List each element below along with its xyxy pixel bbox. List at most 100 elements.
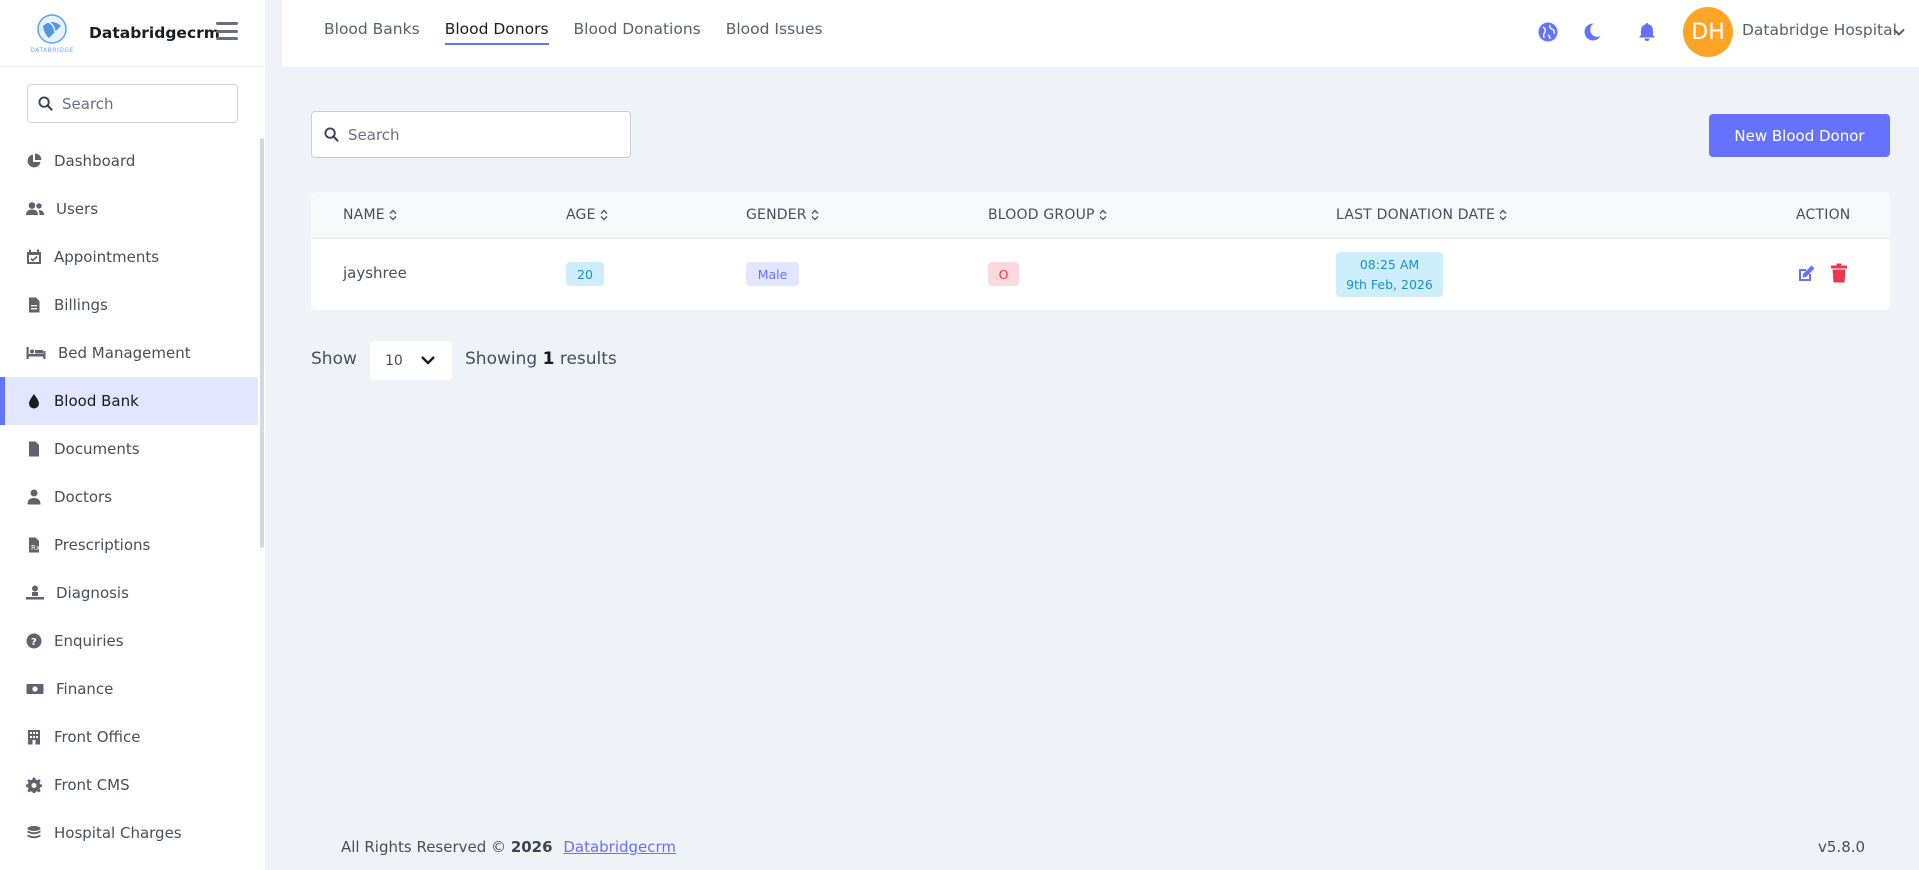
- sort-icon: [1499, 209, 1507, 221]
- copyright-text: All Rights Reserved ©: [341, 838, 507, 856]
- blood-group-badge: O: [988, 262, 1019, 286]
- globe-icon[interactable]: [1538, 22, 1560, 44]
- bed-icon: [26, 347, 46, 359]
- sidebar-item-front-cms[interactable]: Front CMS: [0, 761, 258, 809]
- sort-icon: [1099, 209, 1107, 221]
- show-label: Show: [311, 349, 357, 369]
- trash-icon[interactable]: [1829, 263, 1849, 283]
- search-icon: [38, 96, 53, 111]
- per-page-value: 10: [385, 352, 403, 369]
- donor-table: NAME AGE GENDER BLOOD GROUP LAST DONATIO…: [311, 192, 1890, 310]
- last-donation-time: 08:25 AM: [1359, 256, 1420, 272]
- tab-bar: Blood Banks Blood Donors Blood Donations…: [324, 20, 848, 45]
- calendar-check-icon: [27, 249, 41, 264]
- column-header-last-donation-date[interactable]: LAST DONATION DATE: [1336, 207, 1507, 223]
- moon-icon[interactable]: [1582, 22, 1604, 44]
- showing-suffix: results: [559, 349, 617, 369]
- sidebar-item-label: Users: [56, 200, 99, 218]
- column-header-gender[interactable]: GENDER: [746, 207, 819, 223]
- sidebar-item-label: Front CMS: [54, 776, 130, 794]
- sidebar-item-label: Billings: [54, 296, 108, 314]
- chevron-down-icon: [421, 356, 435, 365]
- donor-name: jayshree: [343, 264, 407, 282]
- brand-logo[interactable]: DATABRIDGE: [28, 11, 76, 55]
- donor-search[interactable]: [311, 111, 631, 158]
- sidebar-item-label: Enquiries: [54, 632, 124, 650]
- sort-icon: [389, 209, 397, 221]
- building-icon: [28, 730, 40, 745]
- sidebar-item-bed-management[interactable]: Bed Management: [0, 329, 258, 377]
- diagnosis-icon: [26, 585, 44, 600]
- sidebar-item-enquiries[interactable]: ? Enquiries: [0, 617, 258, 665]
- question-circle-icon: ?: [26, 633, 42, 649]
- tab-blood-banks[interactable]: Blood Banks: [324, 20, 420, 45]
- per-page-select[interactable]: 10: [370, 341, 452, 380]
- sidebar-item-finance[interactable]: Finance: [0, 665, 258, 713]
- sidebar-item-doctors[interactable]: Doctors: [0, 473, 258, 521]
- chevron-down-icon[interactable]: [1892, 24, 1906, 38]
- showing-prefix: Showing: [465, 349, 538, 369]
- sidebar-item-label: Prescriptions: [54, 536, 151, 554]
- version-label: v5.8.0: [1818, 838, 1866, 856]
- search-icon: [324, 127, 339, 142]
- sidebar-item-users[interactable]: Users: [0, 185, 258, 233]
- logo-text: DATABRIDGE: [30, 47, 74, 54]
- sidebar-item-hospital-charges[interactable]: Hospital Charges: [0, 809, 258, 857]
- tab-blood-donations[interactable]: Blood Donations: [574, 20, 701, 45]
- svg-text:?: ?: [31, 637, 37, 648]
- column-label: BLOOD GROUP: [988, 207, 1095, 223]
- avatar[interactable]: DH: [1683, 7, 1733, 57]
- sidebar-item-label: Documents: [54, 440, 140, 458]
- column-label: GENDER: [746, 207, 807, 223]
- user-name[interactable]: Databridge Hospital: [1742, 21, 1897, 39]
- sidebar-item-label: Doctors: [54, 488, 113, 506]
- sidebar-item-label: Dashboard: [54, 152, 136, 170]
- sidebar-item-label: Blood Bank: [54, 392, 139, 410]
- coins-icon: [27, 826, 41, 839]
- sidebar-search[interactable]: [27, 84, 238, 123]
- sidebar: DATABRIDGE Databridgecrm Dashboard Users…: [0, 0, 265, 870]
- sidebar-item-dashboard[interactable]: Dashboard: [0, 137, 258, 185]
- svg-text:Rx: Rx: [31, 544, 40, 552]
- file-invoice-icon: [29, 297, 40, 313]
- sidebar-item-label: Front Office: [54, 728, 141, 746]
- hamburger-menu-icon[interactable]: [216, 22, 238, 40]
- column-header-name[interactable]: NAME: [343, 207, 397, 223]
- column-header-age[interactable]: AGE: [566, 207, 608, 223]
- showing-count: 1: [542, 349, 555, 369]
- tab-blood-issues[interactable]: Blood Issues: [726, 20, 823, 45]
- sidebar-item-diagnosis[interactable]: Diagnosis: [0, 569, 258, 617]
- file-icon: [29, 441, 39, 457]
- sidebar-scrollbar[interactable]: [260, 138, 264, 548]
- bell-icon[interactable]: [1637, 22, 1659, 44]
- column-label: NAME: [343, 207, 385, 223]
- new-blood-donor-button[interactable]: New Blood Donor: [1709, 114, 1890, 157]
- droplet-icon: [29, 394, 39, 409]
- sidebar-item-billings[interactable]: Billings: [0, 281, 258, 329]
- age-badge: 20: [566, 262, 604, 286]
- sort-icon: [811, 209, 819, 221]
- edit-icon[interactable]: [1796, 264, 1816, 284]
- column-header-blood-group[interactable]: BLOOD GROUP: [988, 207, 1107, 223]
- sidebar-item-appointments[interactable]: Appointments: [0, 233, 258, 281]
- sidebar-item-label: Finance: [56, 680, 114, 698]
- donor-search-input[interactable]: [348, 125, 618, 144]
- brand: DATABRIDGE Databridgecrm: [0, 0, 265, 67]
- sidebar-item-label: Hospital Charges: [54, 824, 182, 842]
- sidebar-search-input[interactable]: [62, 94, 222, 113]
- footer-link[interactable]: Databridgecrm: [563, 838, 676, 856]
- sidebar-item-prescriptions[interactable]: Rx Prescriptions: [0, 521, 258, 569]
- footer: All Rights Reserved © 2026 Databridgecrm: [341, 838, 676, 856]
- copyright-year: 2026: [510, 838, 553, 856]
- tab-blood-donors[interactable]: Blood Donors: [444, 20, 549, 45]
- sidebar-item-label: Diagnosis: [56, 584, 129, 602]
- globe-logo-icon: [37, 14, 67, 44]
- gear-icon: [26, 777, 42, 793]
- table-header: NAME AGE GENDER BLOOD GROUP LAST DONATIO…: [311, 192, 1890, 239]
- sidebar-item-label: Appointments: [54, 248, 160, 266]
- pie-chart-icon: [27, 153, 42, 168]
- sidebar-item-front-office[interactable]: Front Office: [0, 713, 258, 761]
- sidebar-item-blood-bank[interactable]: Blood Bank: [0, 377, 258, 425]
- sidebar-item-documents[interactable]: Documents: [0, 425, 258, 473]
- sort-icon: [600, 209, 608, 221]
